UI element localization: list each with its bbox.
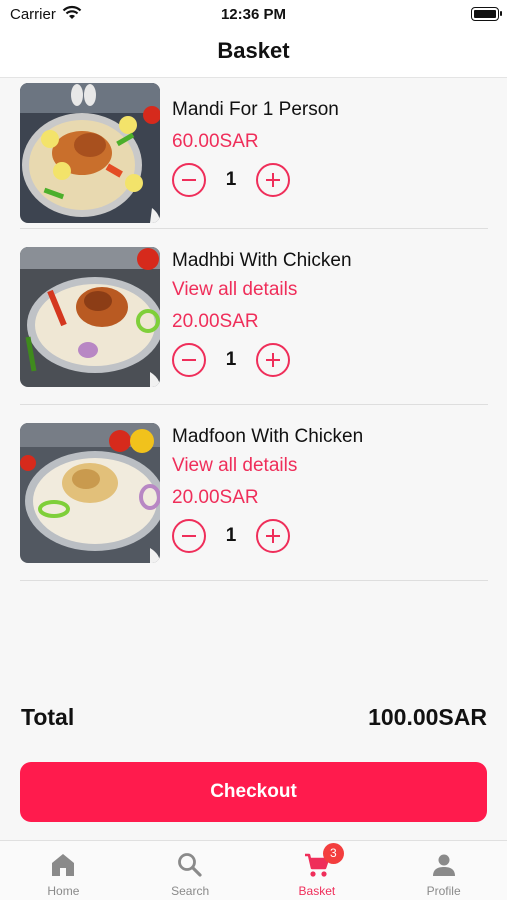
item-info: Mandi For 1 Person 60.00SAR 1 [172, 98, 339, 197]
decrease-quantity-button[interactable] [172, 343, 206, 377]
quantity-stepper: 1 [172, 519, 363, 553]
person-icon [430, 851, 458, 879]
cart-icon: 3 [303, 843, 344, 879]
page-title: Basket [217, 38, 290, 63]
tab-label: Home [47, 884, 80, 898]
tab-label: Basket [298, 884, 336, 898]
view-details-link[interactable]: View all details [172, 454, 363, 478]
cart-count-badge: 3 [322, 843, 344, 864]
item-price: 60.00SAR [172, 131, 259, 152]
home-icon [49, 851, 77, 879]
quantity-value: 1 [225, 525, 237, 546]
food-image [20, 423, 160, 563]
item-info: Madfoon With Chicken View all details 20… [172, 425, 363, 553]
battery-icon [471, 7, 502, 21]
item-name: Mandi For 1 Person [172, 99, 339, 120]
basket-list[interactable]: Mandi For 1 Person 60.00SAR 1 Madhbi Wit… [20, 78, 488, 581]
tab-label: Search [171, 884, 210, 898]
tab-search[interactable]: Search [127, 841, 254, 900]
quantity-stepper: 1 [172, 343, 352, 377]
tab-home[interactable]: Home [0, 841, 127, 900]
nav-bar: Basket [0, 30, 507, 78]
increase-quantity-button[interactable] [256, 343, 290, 377]
status-bar: Carrier 12:36 PM [0, 0, 507, 30]
total-value: 100.00SAR [368, 704, 487, 730]
decrease-quantity-button[interactable] [172, 519, 206, 553]
item-name: Madhbi With Chicken [172, 250, 352, 271]
quantity-value: 1 [225, 349, 237, 370]
total-label: Total [21, 704, 75, 730]
checkout-button[interactable]: Checkout [20, 762, 487, 822]
food-image [20, 247, 160, 387]
search-icon [176, 851, 204, 879]
total-row: Total 100.00SAR [21, 704, 487, 731]
decrease-quantity-button[interactable] [172, 163, 206, 197]
increase-quantity-button[interactable] [256, 163, 290, 197]
tab-label: Profile [426, 884, 461, 898]
basket-item: Madhbi With Chicken View all details 20.… [20, 229, 488, 405]
item-price: 20.00SAR [172, 487, 259, 508]
quantity-value: 1 [225, 169, 237, 190]
item-price: 20.00SAR [172, 311, 259, 332]
clock: 12:36 PM [220, 6, 287, 23]
item-info: Madhbi With Chicken View all details 20.… [172, 249, 352, 377]
increase-quantity-button[interactable] [256, 519, 290, 553]
basket-item: Madfoon With Chicken View all details 20… [20, 405, 488, 581]
tab-bar: Home Search 3 Basket Profile [0, 840, 507, 900]
view-details-link[interactable]: View all details [172, 278, 352, 302]
tab-profile[interactable]: Profile [380, 841, 507, 900]
quantity-stepper: 1 [172, 163, 339, 197]
item-name: Madfoon With Chicken [172, 426, 364, 447]
basket-item: Mandi For 1 Person 60.00SAR 1 [20, 78, 488, 229]
tab-basket[interactable]: 3 Basket [254, 841, 381, 900]
food-image [20, 83, 160, 223]
